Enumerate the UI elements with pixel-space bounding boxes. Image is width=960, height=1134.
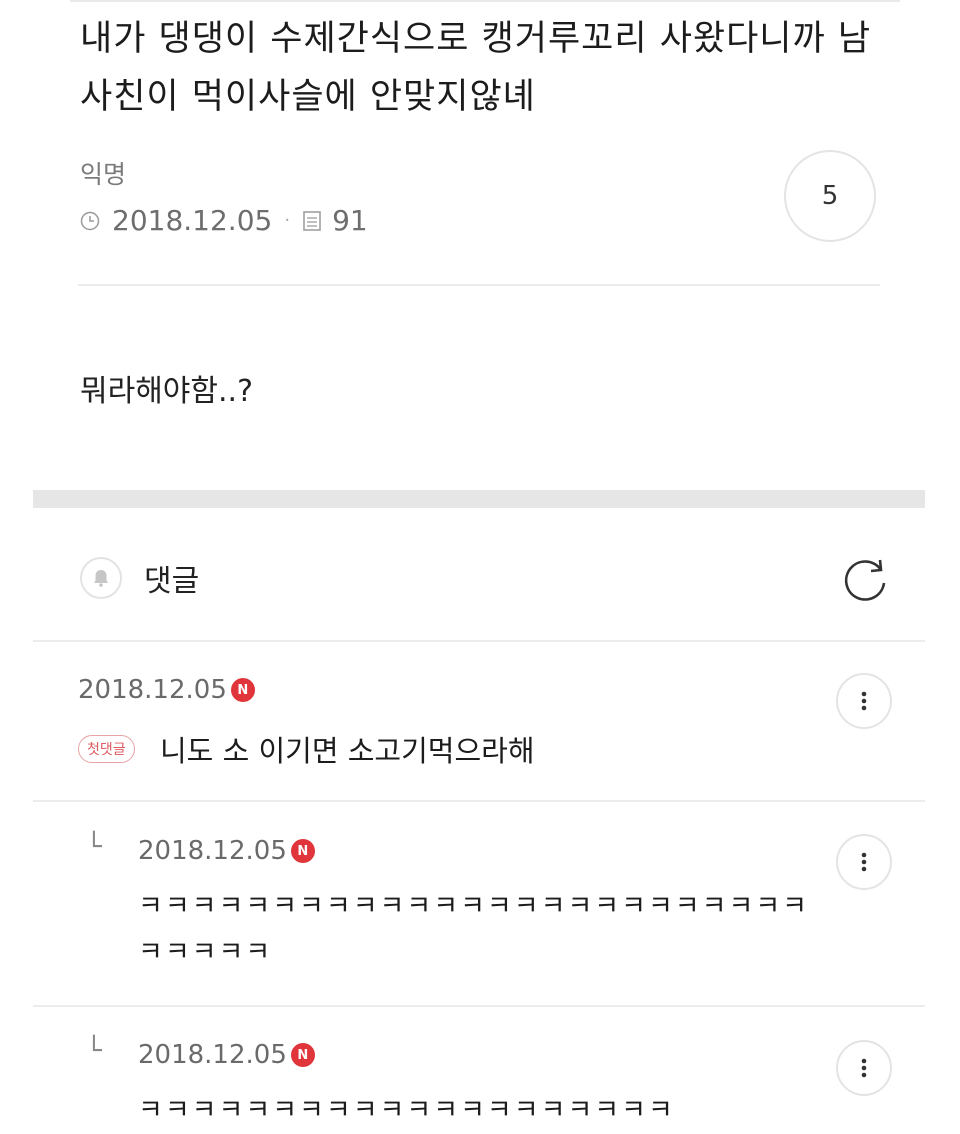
reply-date-text: 2018.12.05 (138, 836, 287, 866)
comment-divider (33, 1005, 925, 1007)
section-separator (33, 490, 925, 508)
comments-divider (33, 640, 925, 642)
post-date: 2018.12.05 (112, 204, 273, 237)
reply-date: 2018.12.05 N (138, 836, 315, 866)
notification-toggle[interactable] (80, 557, 122, 599)
comments-title: 댓글 (144, 564, 200, 599)
more-vertical-icon (861, 1058, 867, 1078)
comment-count: 5 (821, 181, 839, 211)
post-meta: 2018.12.05 · 91 (80, 204, 368, 237)
post-body: 뭐라해야함..? (80, 374, 253, 409)
reply-text: ㅋㅋㅋㅋㅋㅋㅋㅋㅋㅋㅋㅋㅋㅋㅋㅋㅋㅋㅋㅋ (138, 1095, 675, 1126)
reply-text: ㅋㅋㅋㅋㅋㅋㅋㅋㅋㅋㅋㅋㅋㅋㅋㅋㅋㅋㅋㅋㅋㅋㅋㅋㅋㅋㅋㅋㅋㅋ (138, 891, 809, 968)
reply-indicator: └ (86, 1036, 102, 1066)
post-title: 내가 댕댕이 수제간식으로 캥거루꼬리 사왔다니까 남사친이 먹이사슬에 안맞지… (80, 19, 872, 117)
comment-count-button[interactable]: 5 (784, 150, 876, 242)
reply-more-button[interactable] (836, 1040, 892, 1096)
meta-separator: · (284, 210, 291, 231)
comment-date: 2018.12.05 N (78, 675, 255, 705)
clock-icon (80, 211, 100, 230)
reply-indicator: └ (86, 832, 102, 862)
comments-header: 댓글 (80, 556, 199, 600)
more-vertical-icon (861, 852, 867, 872)
reply-more-button[interactable] (836, 834, 892, 890)
more-vertical-icon (861, 691, 867, 711)
view-count-icon (303, 210, 321, 231)
comment-date-text: 2018.12.05 (78, 675, 227, 705)
comment-more-button[interactable] (836, 673, 892, 729)
top-divider (70, 0, 900, 2)
new-badge: N (230, 678, 255, 702)
reply-date-text: 2018.12.05 (138, 1040, 287, 1070)
refresh-icon[interactable] (838, 553, 892, 607)
view-count: 91 (332, 204, 368, 237)
bell-icon (94, 570, 108, 587)
title-divider (78, 284, 880, 286)
new-badge: N (290, 1043, 315, 1067)
comment-text: 니도 소 이기면 소고기먹으라해 (160, 734, 535, 768)
new-badge: N (290, 839, 315, 863)
reply-date: 2018.12.05 N (138, 1040, 315, 1070)
comment-divider (33, 800, 925, 802)
post-author: 익명 (80, 160, 127, 189)
first-comment-badge: 첫댓글 (78, 735, 135, 763)
